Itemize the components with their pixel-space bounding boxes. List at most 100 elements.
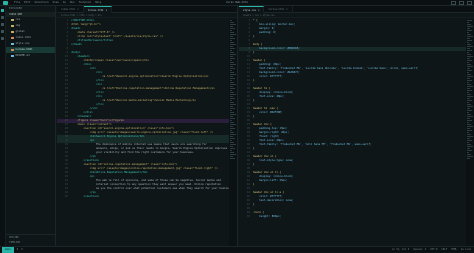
status-item[interactable]: Spaces: 4 bbox=[413, 247, 426, 253]
minimap-line bbox=[230, 96, 233, 97]
code-text: } bbox=[253, 79, 255, 82]
close-icon[interactable]: × bbox=[77, 6, 78, 13]
editor-tab[interactable]: index.html × bbox=[57, 6, 84, 13]
minimap-line bbox=[467, 104, 471, 105]
branch-indicator[interactable]: main bbox=[2, 247, 14, 253]
status-item[interactable]: UTF-8 bbox=[430, 247, 437, 253]
minimap-line bbox=[467, 94, 471, 95]
minimap[interactable] bbox=[466, 19, 474, 246]
minimap-line bbox=[467, 52, 469, 53]
code-text: } bbox=[253, 147, 255, 150]
minimap-line bbox=[467, 140, 472, 141]
code-text: } bbox=[253, 99, 255, 102]
minimap-line bbox=[467, 124, 471, 125]
status-item[interactable]: HTML bbox=[451, 247, 457, 253]
explorer-panel: EXPLORER CURSO WEB css img global index.htm… bbox=[6, 6, 56, 246]
minimap-line bbox=[467, 146, 473, 147]
code-text: text-decoration: none; bbox=[253, 199, 294, 202]
tab-bar: index.html × Cursos.html × bbox=[57, 6, 237, 13]
minimap-line bbox=[467, 22, 469, 23]
minimap-line bbox=[230, 98, 235, 99]
vscode-window: File Edit Selection View Go Run Terminal Help C… bbox=[0, 0, 474, 253]
code-area[interactable]: 1 * {2 box-sizing: border-box; 3 margin: 0… bbox=[239, 19, 466, 246]
problems-count[interactable]: 0 bbox=[21, 247, 22, 253]
minimap-line bbox=[467, 98, 470, 99]
minimap-line bbox=[230, 116, 233, 117]
minimap-line bbox=[467, 132, 469, 133]
close-icon[interactable] bbox=[467, 1, 472, 5]
minimap-line bbox=[230, 68, 235, 69]
minimap-line bbox=[467, 156, 473, 157]
close-icon[interactable]: × bbox=[106, 7, 107, 14]
minimap-line bbox=[230, 144, 236, 145]
minimap-line bbox=[467, 62, 469, 63]
minimap-line bbox=[467, 112, 469, 113]
minimap-line bbox=[467, 84, 471, 85]
status-bar: main 0 0 Ln 31, Col 5 Spaces: 4 UTF-8 CRLF HTM… bbox=[0, 246, 474, 253]
minimap-line bbox=[467, 118, 470, 119]
search-icon[interactable] bbox=[1, 16, 4, 19]
close-icon[interactable]: × bbox=[286, 6, 287, 13]
minimap-line bbox=[467, 76, 473, 77]
maximize-icon[interactable] bbox=[459, 1, 464, 5]
minimap-line bbox=[467, 126, 473, 127]
minimap-line bbox=[230, 70, 232, 71]
editor-tab[interactable]: Cursos.html × bbox=[264, 6, 293, 13]
minimap-line bbox=[230, 64, 236, 65]
run-debug-icon[interactable] bbox=[1, 30, 4, 33]
editor-group-right: style.css × Cursos.html × assets > css > st… bbox=[239, 6, 474, 246]
minimap-line bbox=[230, 150, 232, 151]
code-text: list-style-type: none; bbox=[253, 159, 294, 162]
code-text: margin-left: 25px; bbox=[253, 179, 288, 182]
source-control-icon[interactable] bbox=[1, 23, 4, 26]
minimap-line bbox=[467, 48, 470, 49]
minimap-line bbox=[230, 108, 235, 109]
outline-section-header[interactable]: TIMELINE bbox=[6, 240, 56, 245]
extensions-icon[interactable] bbox=[1, 37, 4, 40]
minimap-line bbox=[230, 62, 234, 63]
window-controls bbox=[451, 1, 472, 5]
minimap-line bbox=[230, 78, 235, 79]
minimap-line bbox=[467, 50, 472, 51]
editor-tab[interactable]: style.css × bbox=[239, 6, 265, 13]
minimap-line bbox=[230, 112, 234, 113]
minimap-line bbox=[467, 78, 470, 79]
minimap-line bbox=[230, 104, 236, 105]
minimap-line bbox=[467, 36, 473, 37]
minimap-line bbox=[467, 24, 471, 25]
minimap-line bbox=[230, 134, 236, 135]
status-item[interactable]: Go Live bbox=[461, 247, 471, 253]
minimap-line bbox=[230, 42, 234, 43]
code-text: color: #ffffff; bbox=[253, 75, 283, 78]
code-area[interactable]: 1 <!DOCTYPE html> 2 <html lang="pt-br"> 3 <he… bbox=[57, 19, 229, 246]
outline-section: OUTLINE TIMELINE bbox=[6, 234, 56, 246]
file-tree-item[interactable]: README.md bbox=[6, 53, 55, 59]
minimap-line bbox=[230, 20, 232, 21]
minimap-line bbox=[230, 114, 236, 115]
minimap-line bbox=[467, 122, 469, 123]
minimap-line bbox=[230, 146, 233, 147]
minimap-line bbox=[467, 80, 472, 81]
problems-count[interactable]: 0 bbox=[17, 247, 18, 253]
status-item[interactable]: Ln 31, Col 5 bbox=[392, 247, 409, 253]
minimap-line bbox=[230, 158, 235, 159]
minimap-line bbox=[230, 44, 236, 45]
editor-tab[interactable]: Cursos.html × bbox=[83, 6, 113, 14]
file-icon bbox=[11, 54, 14, 58]
code-text: background-color: #D9DCD6; bbox=[253, 47, 300, 50]
minimap-line bbox=[467, 134, 471, 135]
file-icon bbox=[11, 24, 14, 28]
minimap-line bbox=[467, 114, 471, 115]
minimap-line bbox=[230, 36, 233, 37]
minimap-line bbox=[230, 88, 235, 89]
minimize-icon[interactable] bbox=[451, 1, 456, 5]
minimap[interactable] bbox=[229, 19, 237, 246]
status-item[interactable]: CRLF bbox=[441, 247, 447, 253]
minimap-line bbox=[230, 90, 232, 91]
code-text: } bbox=[253, 35, 255, 38]
minimap-line bbox=[230, 118, 235, 119]
minimap-line bbox=[467, 20, 472, 21]
minimap-line bbox=[467, 38, 470, 39]
minimap-line bbox=[467, 88, 470, 89]
explorer-icon[interactable] bbox=[1, 9, 4, 12]
